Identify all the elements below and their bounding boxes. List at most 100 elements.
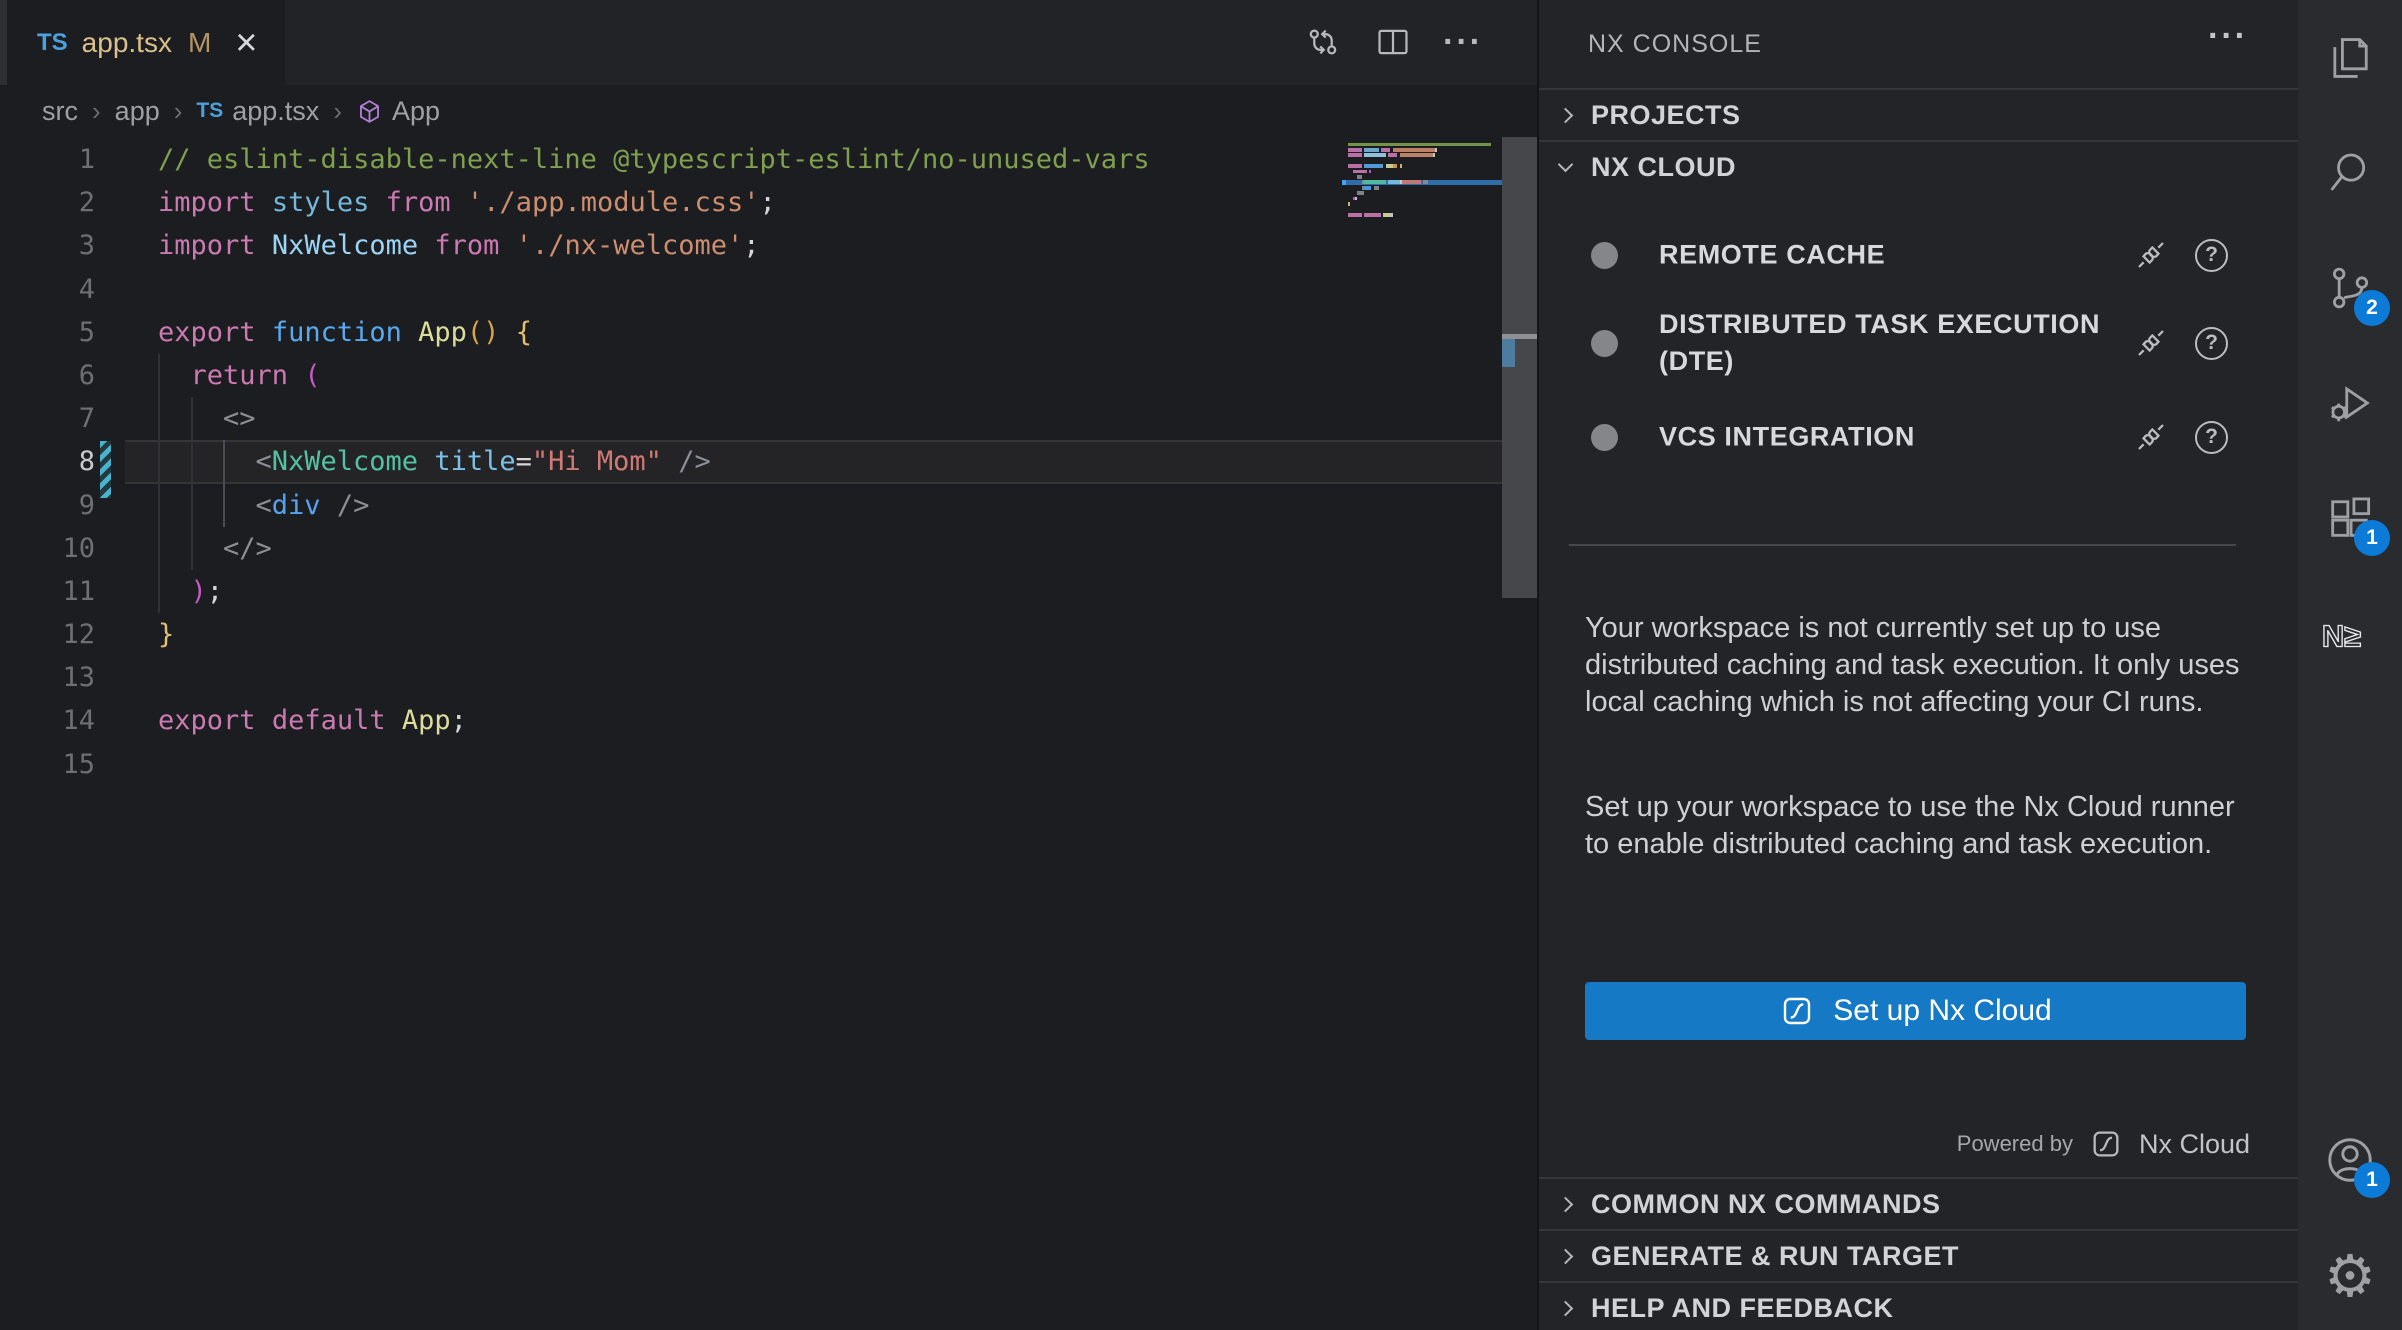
minimap-token: [1369, 170, 1371, 174]
help-icon[interactable]: ?: [2195, 327, 2228, 360]
minimap-token: [1364, 213, 1380, 217]
breadcrumb-label: App: [392, 96, 440, 127]
split-editor-icon[interactable]: [1373, 22, 1413, 62]
activity-item-settings[interactable]: ⚙: [2320, 1246, 2380, 1306]
feature-row-vcs-integration: VCS INTEGRATION?: [1539, 410, 2298, 464]
line-content: <NxWelcome title="Hi Mom" />: [158, 440, 711, 483]
help-icon[interactable]: ?: [2195, 421, 2228, 454]
line-content: </>: [158, 527, 272, 570]
code-editor[interactable]: 1// eslint-disable-next-line @typescript…: [0, 138, 1537, 786]
breadcrumb-item-app[interactable]: app: [115, 96, 160, 127]
breadcrumb-separator-icon: ›: [174, 96, 183, 127]
indent-guide: [158, 440, 191, 483]
indent-guide: [158, 354, 191, 397]
activity-item-nx-console[interactable]: N≥: [2320, 606, 2380, 666]
connect-icon[interactable]: [2133, 419, 2169, 455]
activity-item-explorer[interactable]: [2320, 28, 2380, 88]
section-common-nx-commands[interactable]: COMMON NX COMMANDS: [1539, 1177, 2298, 1229]
status-dot-icon: [1591, 330, 1618, 357]
minimap-token: [1433, 153, 1435, 157]
breadcrumb-label: src: [42, 96, 78, 127]
minimap-token: [1400, 153, 1433, 157]
powered-by-label: Powered by: [1957, 1131, 2073, 1157]
section-label: NX CLOUD: [1591, 152, 1736, 183]
breadcrumb-separator-icon: ›: [333, 96, 342, 127]
code-line: 9 <div />: [0, 484, 1537, 527]
scrollbar-thumb[interactable]: [1502, 137, 1537, 598]
line-content: <>: [158, 397, 256, 440]
minimap-token: [1348, 202, 1350, 206]
code-line: 7 <>: [0, 397, 1537, 440]
activity-item-search[interactable]: [2320, 143, 2380, 203]
panel-bottom-sections: COMMON NX COMMANDSGENERATE & RUN TARGET H…: [1539, 1177, 2298, 1330]
line-content: export function App() {: [158, 311, 532, 354]
line-number: 3: [0, 224, 95, 267]
open-changes-icon[interactable]: [1303, 22, 1343, 62]
line-number: 7: [0, 397, 95, 440]
nx-cloud-logo-icon: [2089, 1127, 2123, 1161]
section-nx-cloud[interactable]: NX CLOUD: [1539, 140, 2298, 192]
code-line: 8 <NxWelcome title="Hi Mom" />: [0, 440, 1537, 483]
minimap-token: [1374, 186, 1379, 190]
overview-ruler-modified-mark: [1502, 339, 1515, 367]
editor-region: TS app.tsx M × ···: [0, 0, 1537, 1330]
setup-hint-text: Set up your workspace to use the Nx Clou…: [1585, 789, 2253, 863]
panel-more-actions-icon[interactable]: ···: [2208, 26, 2248, 46]
minimap-token: [1348, 148, 1362, 152]
feature-actions: ?: [2133, 325, 2228, 361]
feature-row-remote-cache: REMOTE CACHE?: [1539, 228, 2298, 282]
activity-item-accounts[interactable]: 1: [2320, 1130, 2380, 1190]
divider: [1569, 544, 2236, 546]
connect-icon[interactable]: [2133, 237, 2169, 273]
nx-cloud-brand-label: Nx Cloud: [2139, 1129, 2250, 1160]
breadcrumb-item-src[interactable]: src: [42, 96, 78, 127]
minimap-token: [1364, 186, 1371, 190]
badge-count: 1: [2354, 520, 2390, 556]
breadcrumb-label: app: [115, 96, 160, 127]
activity-item-source-control[interactable]: 2: [2320, 258, 2380, 318]
minimap-modified-mark: [1342, 180, 1346, 185]
code-line: 5export function App() {: [0, 311, 1537, 354]
activity-item-run-and-debug[interactable]: [2320, 373, 2380, 433]
section-generate-run-target[interactable]: GENERATE & RUN TARGET: [1539, 1229, 2298, 1281]
minimap-token: [1388, 153, 1397, 157]
breadcrumb-separator-icon: ›: [92, 96, 101, 127]
editor-toolbar: ···: [1303, 22, 1483, 62]
line-number: 1: [0, 138, 95, 181]
indent-guide: [223, 484, 256, 527]
minimap-token: [1393, 148, 1435, 152]
badge-count: 2: [2354, 290, 2390, 326]
editor-scrollbar[interactable]: [1502, 137, 1537, 1330]
close-tab-icon[interactable]: ×: [235, 24, 257, 62]
breadcrumb-item-app-tsx[interactable]: TSapp.tsx: [196, 96, 319, 127]
svg-text:N≥: N≥: [2322, 619, 2361, 654]
line-content: <div />: [158, 484, 369, 527]
line-content: return (: [158, 354, 321, 397]
help-icon[interactable]: ?: [2195, 239, 2228, 272]
indent-guide: [158, 570, 191, 613]
activity-item-extensions[interactable]: 1: [2320, 488, 2380, 548]
minimap-token: [1383, 213, 1390, 217]
indent-guide: [158, 527, 191, 570]
more-actions-icon[interactable]: ···: [1443, 22, 1483, 62]
code-line: 15: [0, 743, 1537, 786]
feature-actions: ?: [2133, 419, 2228, 455]
chevron-right-icon: [1558, 1196, 1574, 1212]
tab-app-tsx[interactable]: TS app.tsx M ×: [7, 0, 285, 85]
line-number: 14: [0, 699, 95, 742]
panel-title: NX CONSOLE: [1588, 30, 1762, 59]
minimap[interactable]: [1348, 142, 1502, 232]
minimap-token: [1348, 164, 1362, 168]
panel-title-row: NX CONSOLE ···: [1539, 0, 2298, 88]
breadcrumb-item-app[interactable]: App: [356, 96, 440, 127]
connect-icon[interactable]: [2133, 325, 2169, 361]
section-label: HELP AND FEEDBACK: [1591, 1293, 1894, 1324]
nx-console-panel: NX CONSOLE ··· PROJECTS NX CLOUD REMOTE …: [1537, 0, 2298, 1330]
section-help-and-feedback[interactable]: HELP AND FEEDBACK: [1539, 1281, 2298, 1330]
chevron-right-icon: [1558, 107, 1574, 123]
section-projects[interactable]: PROJECTS: [1539, 88, 2298, 140]
setup-nx-cloud-button[interactable]: Set up Nx Cloud: [1585, 982, 2246, 1040]
vscode-window: TS app.tsx M × ···: [0, 0, 2402, 1330]
minimap-token: [1348, 153, 1362, 157]
code-line: 3import NxWelcome from './nx-welcome';: [0, 224, 1537, 267]
